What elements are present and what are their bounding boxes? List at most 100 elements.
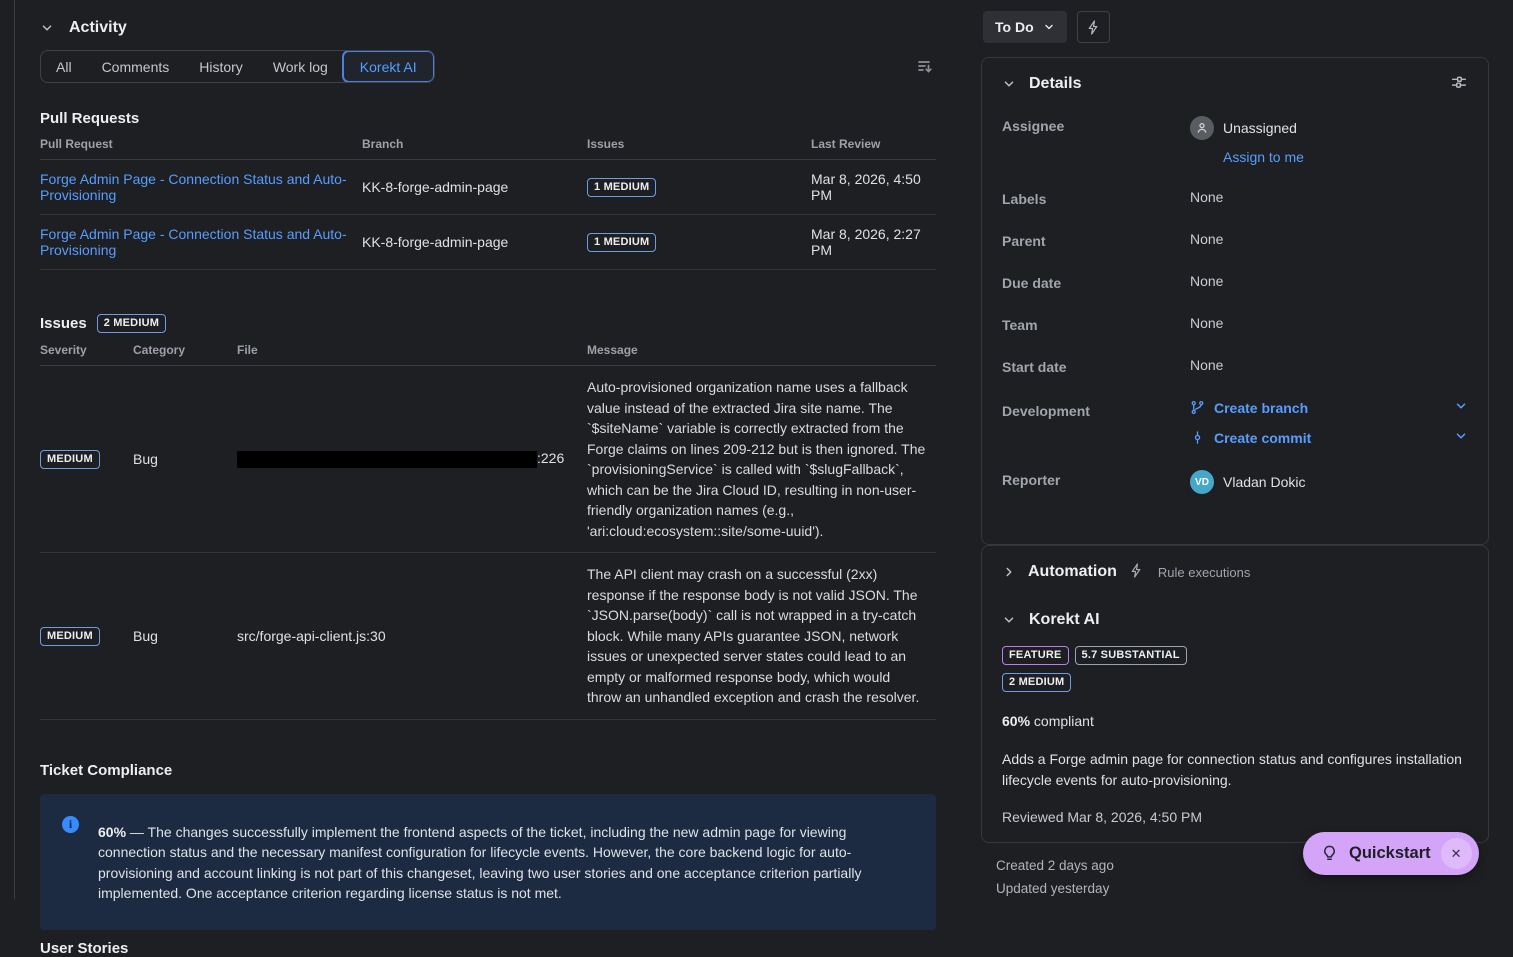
col-pull-request: Pull Request — [40, 127, 362, 160]
create-branch-link[interactable]: Create branch — [1190, 400, 1308, 416]
chevron-down-icon[interactable] — [1002, 77, 1016, 91]
severity-badge: MEDIUM — [40, 450, 100, 469]
tab-history[interactable]: History — [184, 51, 258, 82]
automation-header: Automation Rule executions — [1002, 563, 1468, 581]
create-commit-chevron-icon[interactable] — [1454, 429, 1468, 446]
pr-last-review: Mar 8, 2026, 4:50 PM — [811, 160, 936, 215]
rule-executions-label[interactable]: Rule executions — [1158, 565, 1251, 580]
quickstart-button[interactable]: Quickstart ✕ — [1303, 832, 1479, 875]
pr-issues-badge: 1 MEDIUM — [587, 233, 656, 252]
col-file: File — [237, 333, 587, 366]
feature-badge: FEATURE — [1002, 646, 1069, 665]
tab-korekt-ai[interactable]: Korekt AI — [342, 50, 435, 83]
due-date-label: Due date — [1002, 273, 1190, 291]
parent-value[interactable]: None — [1190, 231, 1223, 249]
field-labels: Labels None — [1002, 189, 1468, 207]
quickstart-close-button[interactable]: ✕ — [1441, 838, 1472, 869]
reporter-avatar: VD — [1190, 470, 1214, 494]
person-icon — [1195, 121, 1209, 135]
pr-link[interactable]: Forge Admin Page - Connection Status and… — [40, 226, 347, 258]
korekt-ai-title: Korekt AI — [1029, 611, 1100, 629]
col-message: Message — [587, 333, 936, 366]
labels-label: Labels — [1002, 189, 1190, 207]
issue-meta: Created 2 days ago Updated yesterday — [996, 854, 1114, 900]
assignee-value[interactable]: Unassigned — [1223, 120, 1297, 136]
reporter-name[interactable]: Vladan Dokic — [1223, 474, 1306, 490]
pr-issues-badge: 1 MEDIUM — [587, 178, 656, 197]
col-category: Category — [133, 333, 237, 366]
pr-last-review: Mar 8, 2026, 2:27 PM — [811, 215, 936, 270]
unassigned-avatar — [1190, 116, 1214, 140]
status-row: To Do — [983, 11, 1110, 43]
ticket-compliance-text: 60% — The changes successfully implement… — [98, 822, 910, 904]
details-title: Details — [1029, 75, 1081, 93]
issue-row: MEDIUM Bug src/forge-api-client.js:30 Th… — [40, 553, 936, 720]
tab-comments[interactable]: Comments — [87, 51, 185, 82]
quickstart-label: Quickstart — [1349, 844, 1431, 863]
git-commit-icon — [1190, 430, 1205, 445]
status-dropdown[interactable]: To Do — [983, 11, 1067, 43]
compliance-summary: 60% compliant — [1002, 713, 1468, 729]
create-branch-chevron-icon[interactable] — [1454, 399, 1468, 416]
field-start-date: Start date None — [1002, 357, 1468, 375]
severity-badge: MEDIUM — [40, 627, 100, 646]
labels-value[interactable]: None — [1190, 189, 1223, 207]
lightning-icon — [1129, 563, 1144, 581]
substantial-badge: 5.7 SUBSTANTIAL — [1075, 646, 1187, 665]
pull-request-row: Forge Admin Page - Connection Status and… — [40, 160, 936, 215]
status-label: To Do — [995, 19, 1034, 35]
issue-message: The API client may crash on a successful… — [587, 553, 936, 720]
ticket-compliance-infobox: i 60% — The changes successfully impleme… — [40, 794, 936, 930]
create-commit-link[interactable]: Create commit — [1190, 430, 1311, 446]
chevron-down-icon[interactable] — [40, 21, 54, 35]
info-icon: i — [62, 816, 79, 833]
pr-branch: KK-8-forge-admin-page — [362, 215, 587, 270]
issue-category: Bug — [133, 366, 237, 553]
team-label: Team — [1002, 315, 1190, 333]
issues-table: Severity Category File Message MEDIUM Bu… — [40, 333, 936, 720]
details-header: Details — [1002, 73, 1468, 94]
automation-bolt-button[interactable] — [1077, 11, 1110, 43]
field-reporter: Reporter VD Vladan Dokic — [1002, 470, 1468, 494]
updated-timestamp: Updated yesterday — [996, 877, 1114, 900]
start-date-label: Start date — [1002, 357, 1190, 375]
start-date-value[interactable]: None — [1190, 357, 1223, 375]
chevron-down-icon[interactable] — [1002, 613, 1016, 627]
tab-work-log[interactable]: Work log — [258, 51, 343, 82]
korekt-badges-row: 2 MEDIUM — [1002, 673, 1468, 692]
assign-to-me-link[interactable]: Assign to me — [1223, 149, 1304, 165]
reporter-label: Reporter — [1002, 470, 1190, 494]
tab-all[interactable]: All — [41, 51, 87, 82]
pr-link[interactable]: Forge Admin Page - Connection Status and… — [40, 171, 347, 203]
sort-descending-icon[interactable] — [914, 56, 934, 79]
medium-count-badge: 2 MEDIUM — [1002, 673, 1071, 692]
issue-file: :226 — [237, 366, 587, 553]
team-value[interactable]: None — [1190, 315, 1223, 333]
redacted-file-bar — [237, 451, 537, 468]
due-date-value[interactable]: None — [1190, 273, 1223, 291]
issues-heading: Issues — [40, 315, 87, 332]
issues-heading-row: Issues 2 MEDIUM — [40, 314, 936, 333]
pr-branch: KK-8-forge-admin-page — [362, 160, 587, 215]
parent-label: Parent — [1002, 231, 1190, 249]
configure-fields-icon[interactable] — [1450, 73, 1468, 94]
col-branch: Branch — [362, 127, 587, 160]
korekt-description: Adds a Forge admin page for connection s… — [1002, 749, 1468, 790]
activity-tabs-row: All Comments History Work log Korekt AI — [40, 50, 936, 83]
lightbulb-icon — [1320, 844, 1339, 863]
pull-requests-table: Pull Request Branch Issues Last Review F… — [40, 127, 936, 270]
korekt-ai-header: Korekt AI — [1002, 611, 1468, 629]
lightning-icon — [1086, 20, 1101, 35]
git-branch-icon — [1190, 400, 1205, 415]
assignee-label: Assignee — [1002, 116, 1190, 165]
compliance-suffix: compliant — [1030, 713, 1094, 729]
korekt-badges-row: FEATURE 5.7 SUBSTANTIAL — [1002, 646, 1468, 665]
col-severity: Severity — [40, 333, 133, 366]
automation-korekt-card: Automation Rule executions Korekt AI FEA… — [981, 545, 1489, 843]
issue-message: Auto-provisioned organization name uses … — [587, 366, 936, 553]
automation-title[interactable]: Automation — [1028, 563, 1117, 581]
activity-tabbar: All Comments History Work log Korekt AI — [40, 50, 435, 83]
user-stories-heading: User Stories — [40, 940, 936, 957]
chevron-right-icon[interactable] — [1002, 565, 1016, 579]
issue-category: Bug — [133, 553, 237, 720]
